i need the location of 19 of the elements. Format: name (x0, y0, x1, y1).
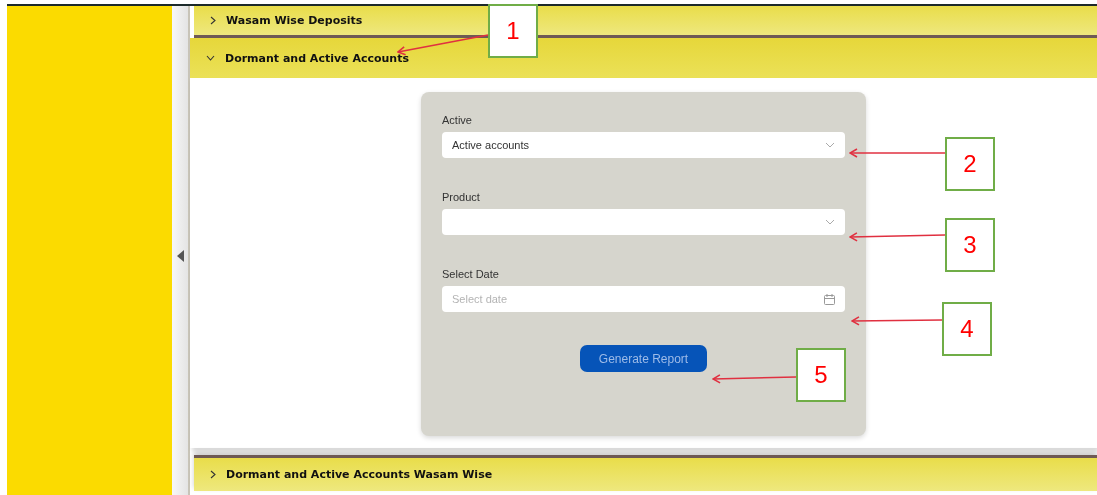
chevron-right-icon (210, 16, 216, 25)
select-field[interactable] (442, 209, 845, 235)
chevron-down-icon (825, 219, 835, 225)
field-label: Active (442, 114, 473, 126)
field-label: Product (442, 191, 481, 203)
accordion-header[interactable]: Dormant and Active Accounts (190, 38, 1097, 78)
chevron-down-icon (825, 142, 835, 148)
callout-number: 5 (796, 348, 846, 402)
field-label: Select Date (442, 268, 500, 280)
callout-number: 2 (945, 137, 995, 191)
collapse-arrow-icon[interactable] (176, 249, 184, 262)
callout-number: 4 (942, 302, 992, 356)
chevron-down-icon (206, 55, 215, 61)
callout-number: 3 (945, 218, 995, 272)
callout-number: 1 (488, 4, 538, 58)
select-field[interactable]: Active accounts (442, 132, 845, 158)
calendar-icon (824, 293, 835, 305)
accordion-header[interactable]: Dormant and Active Accounts Wasam Wise (194, 455, 1097, 491)
chevron-right-icon (210, 470, 216, 479)
